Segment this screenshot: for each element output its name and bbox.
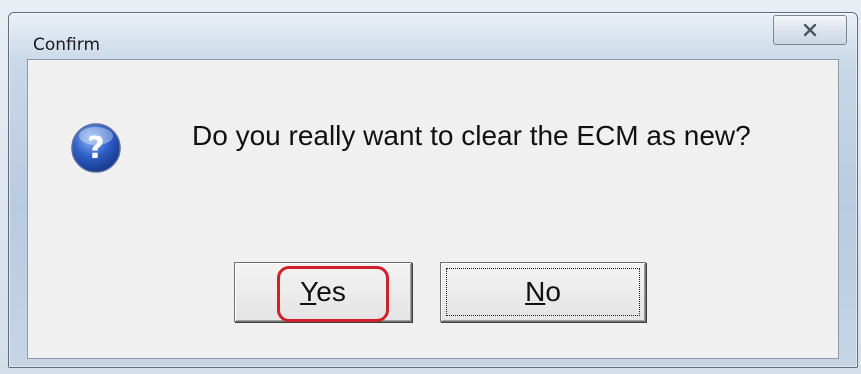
- no-mnemonic: N: [525, 276, 546, 307]
- yes-label-rest: es: [316, 276, 346, 307]
- close-icon: [803, 23, 817, 37]
- question-icon: ?: [70, 122, 122, 174]
- dialog-title: Confirm: [33, 35, 101, 55]
- title-bar[interactable]: Confirm: [9, 13, 857, 63]
- svg-text:?: ?: [87, 131, 104, 166]
- yes-button-label: Yes: [300, 276, 346, 308]
- yes-button[interactable]: Yes: [234, 262, 412, 322]
- no-label-rest: o: [545, 276, 561, 307]
- no-button-label: No: [525, 276, 561, 308]
- no-button[interactable]: No: [440, 262, 646, 322]
- confirm-message: Do you really want to clear the ECM as n…: [192, 120, 751, 151]
- close-button[interactable]: [773, 15, 847, 45]
- dialog-body: ? Do you really want to clear the ECM as…: [27, 59, 839, 359]
- yes-mnemonic: Y: [300, 276, 317, 307]
- confirm-dialog: Confirm ? Do you really want to clear th…: [8, 12, 858, 368]
